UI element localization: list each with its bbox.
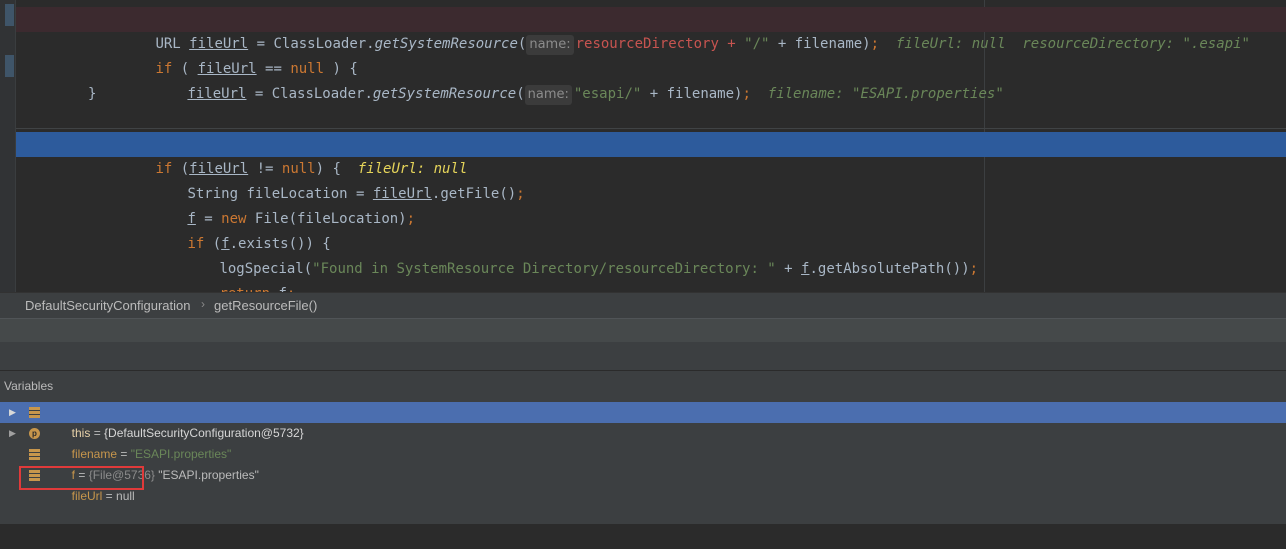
parameter-icon: p: [29, 428, 40, 439]
variable-value: null: [116, 489, 135, 503]
code-line[interactable]: logSpecial("Found in SystemResource Dire…: [16, 232, 1286, 277]
variables-title: Variables: [4, 379, 54, 393]
breadcrumb-method[interactable]: getResourceFile(): [214, 298, 317, 313]
variable-equals: =: [102, 489, 117, 503]
chevron-right-icon: ›: [201, 297, 205, 311]
change-marker: [5, 4, 14, 26]
code-line[interactable]: String fileLocation = fileUrl.getFile();: [16, 157, 1286, 202]
annotation-highlight-box: [19, 466, 144, 490]
variable-row-this[interactable]: ▶ this = {DefaultSecurityConfiguration@5…: [0, 402, 1286, 440]
variables-tree[interactable]: ▶ this = {DefaultSecurityConfiguration@5…: [0, 399, 1286, 524]
breadcrumb: DefaultSecurityConfiguration › getResour…: [0, 292, 1286, 319]
variables-panel-header: Variables: [0, 371, 1286, 399]
debug-tabs-strip[interactable]: [0, 342, 1286, 371]
variable-row-fileurl[interactable]: fileUrl = null: [0, 465, 1286, 503]
code-line[interactable]: return f;: [16, 257, 1286, 292]
ide-window: URL fileUrl = ClassLoader.getSystemResou…: [0, 0, 1286, 524]
variable-row-filename[interactable]: ▶ p filename = "ESAPI.properties": [0, 423, 1286, 461]
field-icon: [29, 407, 40, 418]
code-editor[interactable]: URL fileUrl = ClassLoader.getSystemResou…: [0, 0, 1286, 292]
code-line[interactable]: } else {: [16, 282, 1286, 292]
debug-toolbar[interactable]: [0, 318, 1286, 343]
variable-name: fileUrl: [71, 489, 103, 503]
code-line-error[interactable]: URL fileUrl = ClassLoader.getSystemResou…: [16, 7, 1286, 55]
code-line[interactable]: if ( fileUrl == null ) {: [16, 32, 1286, 77]
expand-arrow-icon[interactable]: ▶: [9, 402, 16, 423]
code-line[interactable]: f = new File(fileLocation);: [16, 182, 1286, 227]
code-line[interactable]: if (f.exists()) {: [16, 207, 1286, 252]
change-marker: [5, 55, 14, 77]
current-execution-line[interactable]: if (fileUrl != null) { fileUrl: null: [16, 132, 1286, 177]
code-text: }: [88, 86, 97, 102]
code-line[interactable]: fileUrl = ClassLoader.getSystemResource(…: [16, 57, 1286, 105]
editor-gutter[interactable]: [0, 0, 16, 292]
code-line[interactable]: }: [16, 82, 1286, 107]
method-separator: [16, 128, 1286, 129]
field-icon: [29, 449, 40, 460]
variable-row-f[interactable]: f = {File@5736} "ESAPI.properties": [0, 444, 1286, 482]
breadcrumb-class[interactable]: DefaultSecurityConfiguration: [25, 298, 190, 313]
expand-arrow-icon[interactable]: ▶: [9, 423, 16, 444]
